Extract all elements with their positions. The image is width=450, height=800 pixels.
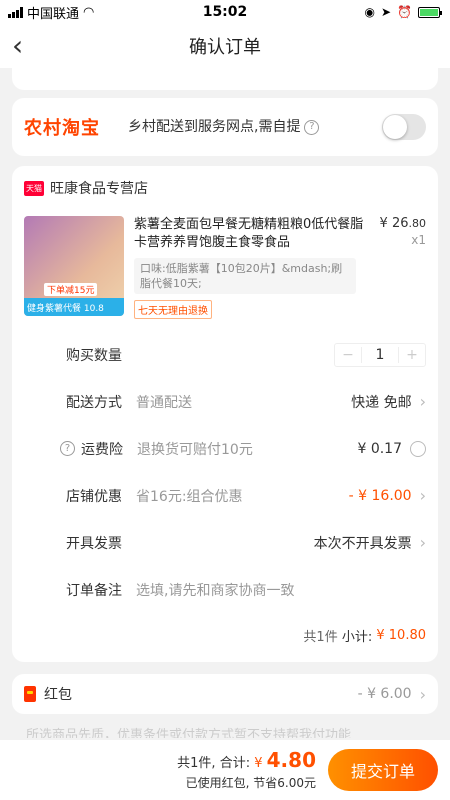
shop-header[interactable]: 天猫 旺康食品专营店: [12, 166, 438, 210]
lock-rotation-icon: ◉: [364, 5, 375, 19]
discount-value: - ¥ 16.00: [348, 487, 412, 504]
rural-delivery-label: 乡村配送到服务网点,需自提: [128, 119, 301, 135]
notice-text: 所选商品先质，优惠条件或付款方式暂不支持帮我付功能: [26, 728, 352, 738]
note-label: 订单备注: [66, 582, 122, 599]
product-sku: 口味:低脂紫薯【10包20片】&mdash;刷脂代餐10天;: [134, 258, 356, 294]
help-icon[interactable]: ?: [304, 119, 320, 135]
chevron-right-icon: ›: [419, 684, 426, 704]
rural-taobao-logo: 农村淘宝: [24, 118, 100, 139]
status-right: ◉ ➤ ⏰: [290, 5, 450, 19]
total-symbol: ¥: [254, 755, 263, 771]
status-time: 15:02: [202, 4, 248, 20]
discount-row[interactable]: 店铺优惠 省16元:组合优惠 - ¥ 16.00 ›: [12, 472, 438, 519]
invoice-value: 本次不开具发票: [313, 535, 412, 552]
rural-delivery-toggle[interactable]: [382, 114, 426, 140]
alarm-icon: ⏰: [397, 5, 412, 19]
note-row[interactable]: 订单备注 选填,请先和商家协商一致: [12, 566, 438, 613]
plus-button[interactable]: +: [399, 347, 425, 363]
delivery-row[interactable]: 配送方式 普通配送 快递 免邮 ›: [12, 378, 438, 425]
saved-text: 已使用红包, 节省6.00元: [185, 775, 316, 790]
insurance-label: 运费险: [81, 441, 123, 458]
insurance-value: ¥ 0.17: [357, 440, 402, 457]
quantity-label: 购买数量: [66, 347, 122, 364]
status-bar: 中国联通 ◠ 15:02 ◉ ➤ ⏰: [0, 0, 450, 24]
delivery-value: 快递 免邮: [351, 394, 412, 411]
rural-delivery-text: 乡村配送到服务网点,需自提?: [120, 118, 374, 136]
hongbao-value: - ¥ 6.00: [357, 686, 412, 702]
thumb-caption: 健身紫薯代餐 10.8: [24, 298, 124, 316]
thumb-promo-tag: 下单减15元: [44, 283, 98, 296]
insurance-checkbox[interactable]: [410, 440, 426, 457]
invoice-row[interactable]: 开具发票 本次不开具发票 ›: [12, 519, 438, 566]
price-decimal: .80: [408, 217, 427, 230]
service-tag: 七天无理由退换: [134, 300, 212, 319]
shop-name: 旺康食品专营店: [50, 181, 148, 197]
subtotal-count: 共1件: [303, 629, 338, 645]
nav-bar: ‹ 确认订单: [0, 24, 450, 68]
subtotal: 共1件 小计: ¥ 10.80: [12, 613, 438, 657]
product-info: 紫薯全麦面包早餐无糖精粗粮0低代餐脂卡营养养胃饱腹主食零食品 口味:低脂紫薯【1…: [124, 216, 372, 319]
delivery-label: 配送方式: [66, 394, 122, 411]
product-quantity: x1: [411, 233, 426, 247]
page-title: 确认订单: [189, 37, 261, 58]
shop-order-card: 天猫 旺康食品专营店 下单减15元 健身紫薯代餐 10.8 紫薯全麦面包早餐无糖…: [12, 166, 438, 662]
product-thumbnail[interactable]: 下单减15元 健身紫薯代餐 10.8: [24, 216, 124, 316]
note-input[interactable]: 选填,请先和商家协商一致: [136, 580, 426, 600]
rural-delivery-card: 农村淘宝 乡村配送到服务网点,需自提?: [12, 98, 438, 156]
invoice-label: 开具发票: [66, 535, 122, 552]
back-icon[interactable]: ‹: [12, 30, 23, 62]
bottom-bar: 共1件, 合计: ¥ 4.80 已使用红包, 节省6.00元 提交订单: [0, 740, 450, 800]
toggle-knob: [383, 115, 407, 139]
discount-label: 店铺优惠: [66, 488, 122, 505]
location-icon: ➤: [380, 5, 392, 19]
quantity-row: 购买数量 − 1 +: [12, 331, 438, 378]
delivery-sub: 普通配送: [136, 394, 192, 411]
insurance-row: ? 运费险 退换货可赔付10元 ¥ 0.17: [12, 425, 438, 472]
tmall-badge: 天猫: [24, 180, 44, 196]
quantity-value[interactable]: 1: [361, 346, 399, 363]
minus-button[interactable]: −: [335, 347, 361, 363]
battery-icon: [418, 6, 442, 18]
carrier-label: 中国联通: [27, 6, 80, 22]
subtotal-value: ¥ 10.80: [376, 627, 426, 643]
order-summary: 共1件, 合计: ¥ 4.80 已使用红包, 节省6.00元: [177, 750, 316, 791]
hongbao-icon: [24, 686, 36, 702]
insurance-sub: 退换货可赔付10元: [137, 441, 253, 458]
product-title: 紫薯全麦面包早餐无糖精粗粮0低代餐脂卡营养养胃饱腹主食零食品: [134, 217, 364, 250]
wifi-icon: ◠: [83, 4, 95, 20]
hongbao-row[interactable]: 红包 - ¥ 6.00 ›: [12, 674, 438, 714]
product-item[interactable]: 下单减15元 健身紫薯代餐 10.8 紫薯全麦面包早餐无糖精粗粮0低代餐脂卡营养…: [12, 210, 438, 319]
quantity-stepper: − 1 +: [334, 342, 426, 367]
submit-order-button[interactable]: 提交订单: [328, 749, 438, 791]
product-price: ¥ 26.80 x1: [372, 216, 426, 319]
order-content[interactable]: 农村淘宝 乡村配送到服务网点,需自提? 天猫 旺康食品专营店 下单减15元 健身…: [0, 68, 450, 740]
subtotal-label: 小计:: [341, 629, 373, 645]
help-icon[interactable]: ?: [60, 441, 75, 456]
address-card-bottom: [12, 68, 438, 90]
total-value: 4.80: [266, 747, 316, 772]
discount-sub: 省16元:组合优惠: [136, 488, 243, 505]
hongbao-label: 红包: [44, 687, 72, 703]
chevron-right-icon: ›: [419, 486, 426, 505]
price-integer: 26: [391, 216, 409, 231]
chevron-right-icon: ›: [419, 392, 426, 411]
chevron-right-icon: ›: [419, 533, 426, 552]
total-count: 共1件,: [177, 755, 216, 771]
signal-icon: [8, 6, 23, 18]
price-symbol: ¥: [379, 216, 388, 231]
total-label: 合计:: [219, 755, 251, 771]
status-left: 中国联通 ◠: [0, 3, 160, 22]
